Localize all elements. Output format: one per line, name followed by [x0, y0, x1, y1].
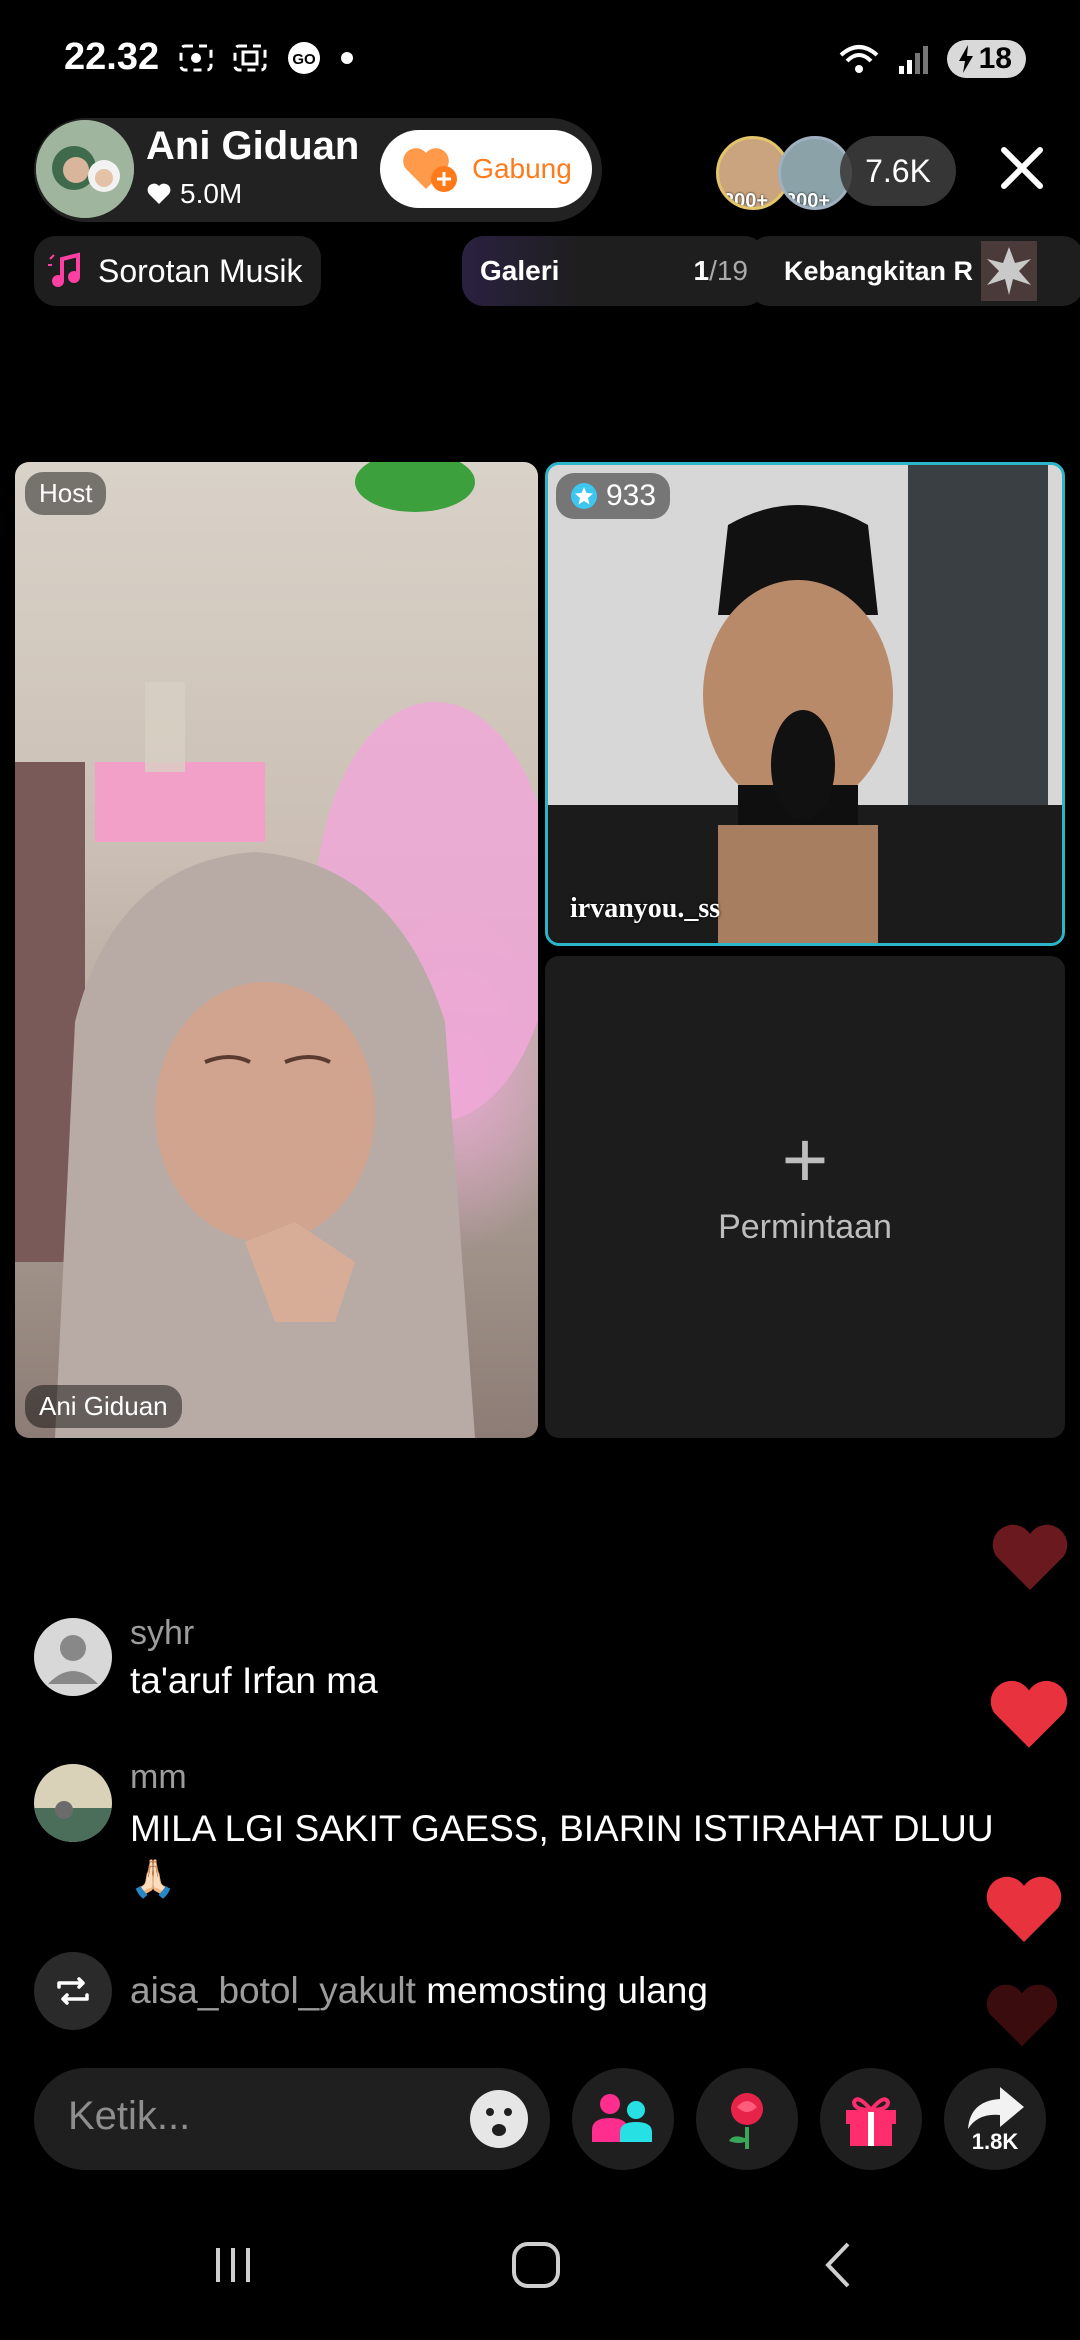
repost-message: aisa_botol_yakult memosting ulang	[130, 1970, 708, 2012]
host-avatar[interactable]	[36, 120, 134, 218]
chat-message: MILA LGI SAKIT GAESS, BIARIN ISTIRAHAT D…	[130, 1804, 1030, 1904]
guest-video-tile[interactable]: 933 irvanyou._ss	[545, 462, 1065, 946]
chat-username[interactable]: aisa_botol_yakult	[130, 1970, 416, 2011]
recent-apps-icon	[216, 2248, 250, 2282]
join-label: Gabung	[472, 153, 572, 184]
battery-indicator: 18	[946, 40, 1026, 78]
guest-score: 933	[606, 479, 657, 512]
gallery-chip[interactable]: Galeri 1/19	[462, 236, 766, 306]
rose-gift-button[interactable]	[696, 2068, 798, 2170]
rank-emblem-icon	[981, 241, 1038, 301]
rank-chip[interactable]: Kebangkitan R	[748, 236, 1080, 306]
battery-level: 18	[978, 42, 1012, 75]
close-icon	[1001, 147, 1043, 189]
back-icon	[825, 2242, 850, 2288]
guest-name: irvanyou._ss	[570, 893, 721, 924]
svg-text:GO: GO	[292, 51, 316, 68]
chat-username[interactable]: syhr	[130, 1614, 194, 1653]
viewer-badge: 200+	[785, 190, 831, 210]
notification-dot-icon	[341, 52, 353, 64]
guests-icon	[592, 2094, 652, 2142]
go-icon: GO	[288, 42, 320, 74]
charging-icon	[958, 45, 973, 73]
viewer-count[interactable]: 7.6K	[840, 136, 956, 206]
chat-avatar[interactable]	[34, 1618, 112, 1696]
home-button[interactable]	[508, 2240, 564, 2295]
home-icon	[512, 2242, 560, 2288]
host-video-tile[interactable]: Host Ani Giduan	[15, 462, 538, 1438]
top-viewers[interactable]: 200+ 200+	[716, 136, 852, 210]
chat-message-text: MILA LGI SAKIT GAESS, BIARIN ISTIRAHAT D…	[130, 1808, 994, 1849]
chat-avatar[interactable]	[34, 1764, 112, 1842]
repost-icon	[57, 1977, 89, 2005]
back-button[interactable]	[818, 2240, 858, 2295]
chat-username[interactable]: mm	[130, 1758, 187, 1797]
wifi-icon	[839, 45, 878, 73]
repost-badge	[34, 1952, 112, 2030]
signal-icon	[898, 46, 928, 74]
join-heart-icon	[403, 148, 458, 192]
screenshot-icon	[179, 44, 213, 72]
emoji-icon	[470, 2090, 528, 2148]
heart-icon	[147, 183, 171, 204]
screen-capture-icon	[233, 44, 267, 72]
gallery-counter: 1/19	[693, 255, 748, 287]
viewer-badge: 200+	[723, 190, 769, 210]
recent-apps-button[interactable]	[208, 2240, 258, 2295]
guest-score-tag: 933	[556, 473, 671, 519]
join-button[interactable]: Gabung	[380, 130, 592, 208]
emoji-button[interactable]	[468, 2088, 530, 2155]
plus-icon: +	[781, 1115, 829, 1204]
rose-icon	[729, 2093, 763, 2149]
status-right: 18	[837, 40, 1026, 78]
gallery-label: Galeri	[480, 255, 560, 286]
close-button[interactable]	[996, 142, 1048, 194]
guests-button[interactable]	[572, 2068, 674, 2170]
host-video-frame	[15, 462, 538, 1438]
guest-video-frame	[548, 465, 1062, 943]
chat-message-emoji: 🙏🏻	[130, 1858, 177, 1899]
floating-heart-icon	[990, 1680, 1068, 1748]
share-button[interactable]: 1.8K	[944, 2068, 1046, 2170]
gallery-total: /19	[709, 255, 748, 286]
music-note-icon	[48, 252, 80, 287]
comment-placeholder: Ketik...	[68, 2094, 191, 2138]
host-tile-name: Ani Giduan	[25, 1385, 182, 1428]
chat-message: memosting ulang	[426, 1970, 708, 2011]
request-label: Permintaan	[718, 1208, 892, 1246]
gift-button[interactable]	[820, 2068, 922, 2170]
floating-heart-icon	[986, 1984, 1058, 2047]
request-slot-content[interactable]: + Permintaan	[545, 1120, 1065, 1247]
host-tag: Host	[25, 472, 107, 515]
status-icons: GO	[178, 40, 354, 76]
likes-count: 5.0M	[180, 178, 243, 209]
gallery-current: 1	[693, 255, 710, 286]
rank-label: Kebangkitan R	[784, 255, 974, 286]
host-name: Ani Giduan	[146, 124, 360, 168]
floating-heart-icon	[992, 1524, 1068, 1590]
default-user-icon	[48, 1635, 98, 1684]
host-likes: 5.0M	[146, 178, 242, 210]
share-count: 1.8K	[971, 2129, 1019, 2154]
music-chip-label: Sorotan Musik	[98, 252, 303, 289]
chat-message: ta'aruf Irfan ma	[130, 1660, 378, 1701]
gift-icon	[846, 2097, 896, 2146]
status-time: 22.32	[64, 36, 160, 78]
share-icon	[968, 2087, 1024, 2129]
music-highlight-chip[interactable]: Sorotan Musik	[34, 236, 321, 306]
score-star-icon	[571, 483, 597, 509]
